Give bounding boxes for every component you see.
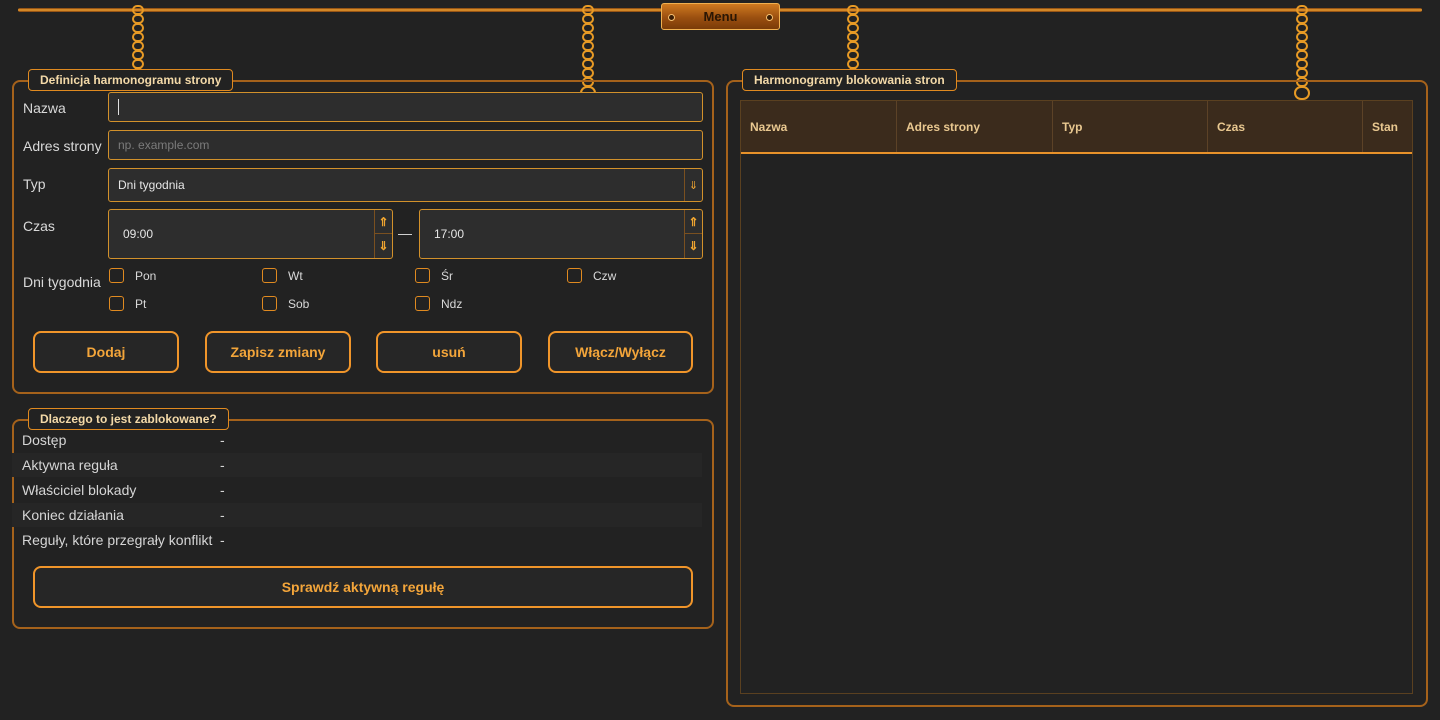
info-value: - [220,482,225,498]
arrow-up-icon[interactable]: ⇑ [375,210,392,234]
text-caret [118,99,119,115]
check-active-rule-button[interactable]: Sprawdź aktywną regułę [33,566,693,608]
day-label: Wt [288,268,303,283]
checkbox-box[interactable] [262,268,277,283]
checkbox-box[interactable] [109,268,124,283]
add-button[interactable]: Dodaj [33,331,179,373]
day-label: Ndz [441,296,463,311]
info-key: Właściciel blokady [22,482,137,498]
day-checkbox-wt[interactable]: Wt [262,268,303,283]
nail-icon [668,14,675,21]
day-label: Pt [135,296,147,311]
time-from-spinner[interactable]: ⇑ ⇓ [374,210,392,258]
info-key: Koniec działania [22,507,124,523]
type-select[interactable]: Dni tygodnia ⇓ [108,168,703,202]
column-header-type[interactable]: Typ [1053,101,1208,152]
time-range-separator [398,234,412,235]
checkbox-box[interactable] [415,296,430,311]
time-from-value: 09:00 [123,227,154,241]
arrow-down-icon[interactable]: ⇓ [375,234,392,258]
info-row-owner: Właściciel blokady - [12,478,702,502]
time-to-spinner[interactable]: ⇑ ⇓ [684,210,702,258]
menu-label: Menu [703,9,738,24]
column-header-state[interactable]: Stan [1363,101,1412,152]
definition-panel-title: Definicja harmonogramu strony [28,69,234,91]
checkbox-box[interactable] [567,268,582,283]
checkbox-box[interactable] [109,296,124,311]
toggle-button[interactable]: Włącz/Wyłącz [548,331,693,373]
day-checkbox-sr[interactable]: Śr [415,268,453,283]
day-checkbox-pt[interactable]: Pt [109,296,146,311]
column-header-name[interactable]: Nazwa [741,101,897,152]
checkbox-box[interactable] [415,268,430,283]
info-row-active-rule: Aktywna reguła - [12,453,702,477]
save-changes-button[interactable]: Zapisz zmiany [205,331,351,373]
delete-button[interactable]: usuń [376,331,522,373]
info-value: - [220,507,225,523]
column-header-time[interactable]: Czas [1208,101,1363,152]
schedules-panel-title: Harmonogramy blokowania stron [742,69,957,91]
arrow-up-icon[interactable]: ⇑ [685,210,702,234]
day-label: Sob [288,296,310,311]
day-checkbox-czw[interactable]: Czw [567,268,616,283]
day-checkbox-ndz[interactable]: Ndz [415,296,462,311]
why-blocked-panel-title: Dlaczego to jest zablokowane? [28,408,229,430]
day-checkbox-pon[interactable]: Pon [109,268,156,283]
info-value: - [220,432,225,448]
day-label: Śr [441,268,453,283]
type-label: Typ [23,176,46,192]
info-key: Dostęp [22,432,67,448]
info-value: - [220,532,225,548]
address-input[interactable] [108,130,703,160]
arrow-down-icon[interactable]: ⇓ [685,234,702,258]
time-to-input[interactable]: 17:00 ⇑ ⇓ [419,209,703,259]
type-value: Dni tygodnia [118,178,185,192]
info-key: Reguły, które przegrały konflikt [22,532,213,548]
dropdown-arrow-icon[interactable]: ⇓ [684,169,702,201]
day-checkbox-sob[interactable]: Sob [262,296,309,311]
info-row-access: Dostęp - [12,428,702,452]
info-value: - [220,457,225,473]
day-label: Czw [593,268,617,283]
table-header: Nazwa Adres strony Typ Czas Stan [741,101,1412,154]
info-key: Aktywna reguła [22,457,118,473]
time-to-value: 17:00 [434,227,465,241]
schedules-table[interactable]: Nazwa Adres strony Typ Czas Stan [740,100,1413,694]
info-row-lost-rules: Reguły, które przegrały konflikt - [12,528,702,552]
time-label: Czas [23,218,55,234]
nail-icon [766,14,773,21]
time-from-input[interactable]: 09:00 ⇑ ⇓ [108,209,393,259]
checkbox-box[interactable] [262,296,277,311]
name-input[interactable] [108,92,703,122]
address-label: Adres strony [23,138,102,154]
menu-button[interactable]: Menu [661,3,780,30]
days-label: Dni tygodnia [23,274,101,290]
name-label: Nazwa [23,100,66,116]
info-row-end: Koniec działania - [12,503,702,527]
day-label: Pon [135,268,157,283]
column-header-address[interactable]: Adres strony [897,101,1053,152]
